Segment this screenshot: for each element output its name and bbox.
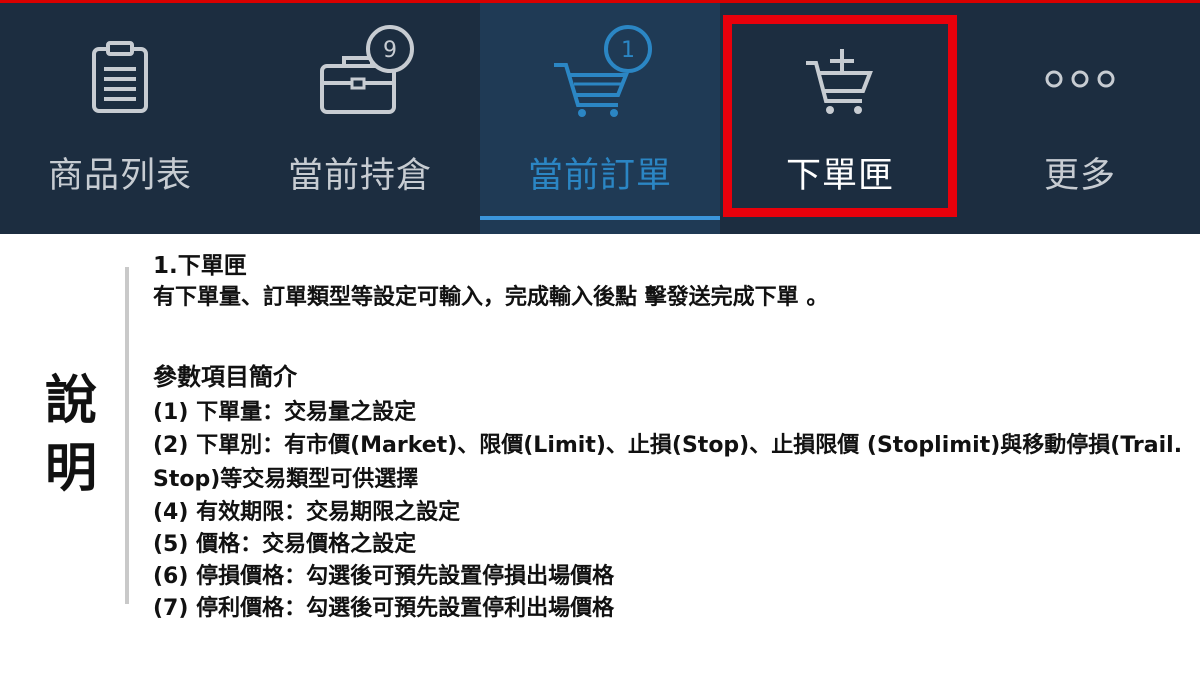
clipboard-icon — [80, 21, 160, 125]
tab-label: 當前訂單 — [527, 156, 672, 196]
side-title-char: 明 — [44, 439, 97, 499]
param-item: (2) 下單別：有市價(Market)、限價(Limit)、止損(Stop)、止… — [153, 433, 1183, 492]
side-title-char: 說 — [44, 371, 97, 431]
tab-more[interactable]: 更多 — [960, 3, 1200, 234]
param-item: (7) 停利價格：勾選後可預先設置停利出場價格 — [153, 596, 615, 621]
cart-icon: 1 — [540, 21, 660, 125]
param-item: (5) 價格：交易價格之設定 — [153, 532, 417, 557]
description-panel: 1.下單匣 有下單量、訂單類型等設定可輸入，完成輸入後點 擊發送完成下單 。 參… — [153, 250, 1193, 625]
param-item: (1) 下單量：交易量之設定 — [153, 400, 417, 425]
bottom-tab-bar: 商品列表 9 當前持倉 1 當前訂單 下單匣 更多 — [0, 3, 1200, 234]
tab-label: 當前持倉 — [287, 156, 432, 196]
badge-count: 9 — [383, 38, 397, 63]
params-title: 參數項目簡介 — [153, 363, 297, 391]
more-dots-icon — [1030, 21, 1130, 125]
briefcase-icon: 9 — [300, 21, 420, 125]
vertical-divider — [125, 267, 129, 604]
section-heading: 1.下單匣 — [153, 253, 247, 279]
tab-positions[interactable]: 9 當前持倉 — [240, 3, 480, 234]
highlight-box — [723, 15, 957, 217]
tab-label: 更多 — [1043, 156, 1116, 196]
active-tab-indicator — [480, 216, 720, 220]
badge-count: 1 — [621, 38, 635, 63]
tab-product-list[interactable]: 商品列表 — [0, 3, 240, 234]
side-title: 說 明 — [36, 367, 106, 503]
intro-text: 有下單量、訂單類型等設定可輸入，完成輸入後點 擊發送完成下單 。 — [153, 285, 829, 310]
tab-current-orders[interactable]: 1 當前訂單 — [480, 3, 720, 234]
param-item: (4) 有效期限：交易期限之設定 — [153, 500, 461, 525]
param-item: (6) 停損價格：勾選後可預先設置停損出場價格 — [153, 564, 615, 589]
tab-label: 商品列表 — [47, 156, 192, 196]
